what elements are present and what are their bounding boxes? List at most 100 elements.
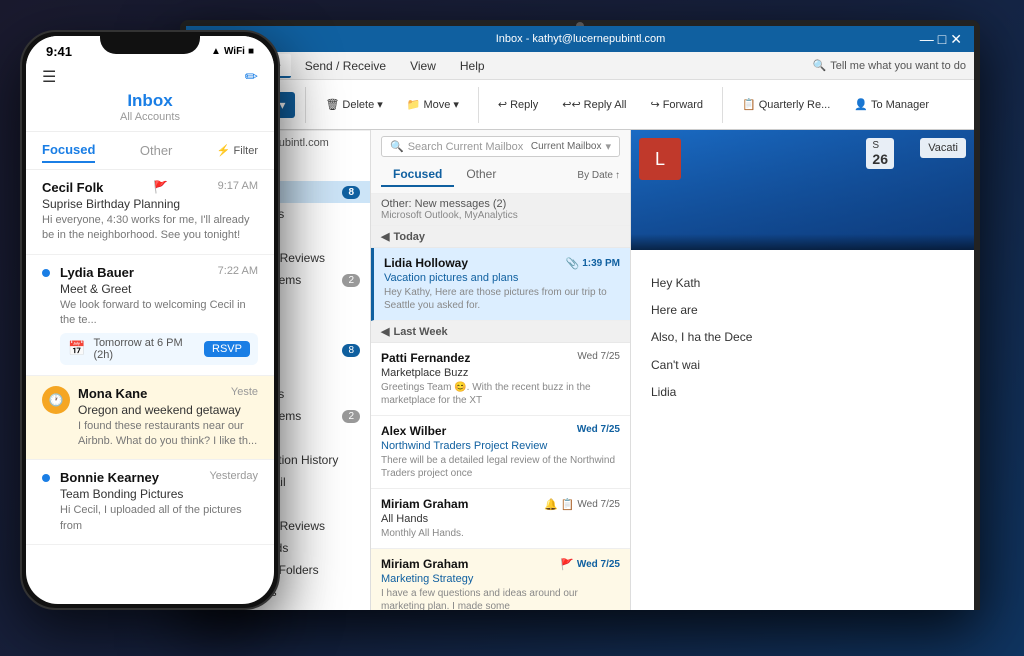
email-preview: There will be a detailed legal review of… [381,454,620,480]
phone-compose-icon[interactable]: ✏ [245,67,258,87]
reading-body: Hey Kath Here are Also, I ha the Dece Ca… [651,274,954,402]
phone-email-item[interactable]: Bonnie Kearney Yesterday Team Bonding Pi… [26,460,274,545]
email-preview: I have a few questions and ideas around … [381,587,620,610]
email-sender: Miriam Graham [381,497,468,511]
email-preview: Greetings Team 😊. With the recent buzz i… [381,381,620,407]
email-icons: 📎 1:39 PM [566,256,621,270]
today-triangle: ◀ [381,230,389,243]
email-subject: Marketplace Buzz [381,367,620,379]
title-bar-text: Inbox - kathyt@lucernepubintl.com [496,33,666,45]
phone-email-time: 7:22 AM [218,265,258,280]
menu-search: 🔍 Tell me what you want to do [813,59,966,72]
forward-button[interactable]: ↪ Forward [641,93,712,116]
phone-email-subject: Meet & Greet [60,282,258,296]
ribbon: ✉ New Email ▾ 🗑 Delete ▾ 📁 Move ▾ ↩ [186,80,974,130]
close-icon[interactable]: ✕ [950,31,962,48]
search-box[interactable]: 🔍 Search Current Mailbox Current Mailbox… [381,136,620,157]
tab-focused[interactable]: Focused [381,163,454,187]
new-email-dropdown[interactable]: ▾ [279,98,285,112]
ribbon-divider [305,87,306,123]
tab-other[interactable]: Other [454,163,508,187]
ribbon-divider-2 [478,87,479,123]
maximize-icon[interactable]: □ [938,31,946,48]
phone-filter[interactable]: ⚡ Filter [217,144,258,157]
reply-all-button[interactable]: ↩↩ Reply All [553,93,635,116]
other-banner[interactable]: Other: New messages (2) Microsoft Outloo… [371,194,630,226]
reading-para1: Hey Kath [651,274,954,293]
vacation-title-badge: Vacati [920,138,966,158]
phone-tab-other[interactable]: Other [140,139,173,162]
email-icons: 🔔 📋 Wed 7/25 [544,497,620,511]
email-list-item[interactable]: Miriam Graham 🔔 📋 Wed 7/25 All Hands Mon… [371,489,630,549]
reading-avatar-large: L [639,138,681,180]
phone-email-item[interactable]: Cecil Folk 🚩 9:17 AM Suprise Birthday Pl… [26,170,274,255]
mailbox-dropdown[interactable]: ▾ [605,140,611,153]
forward-icon: ↪ [650,98,659,111]
attachment2-icon: 📋 [561,498,575,511]
quarterly-button[interactable]: 📋 Quarterly Re... [733,93,839,116]
phone-email-sender: Lydia Bauer [60,265,134,280]
deleted-sub-badge: 2 [342,410,360,423]
focused-other-tabs: Focused Other By Date ↑ [381,163,620,187]
email-subject: Vacation pictures and plans [384,272,620,284]
email-subject: All Hands [381,513,620,525]
email-list-item[interactable]: Alex Wilber Wed 7/25 Northwind Traders P… [371,416,630,489]
minimize-icon[interactable]: — [920,31,934,48]
email-list-item[interactable]: Miriam Graham 🚩 Wed 7/25 Marketing Strat… [371,549,630,610]
phone-inbox-title: Inbox [42,91,258,111]
inbox-sub-badge: 8 [342,344,360,357]
menu-view[interactable]: View [400,55,446,77]
phone-email-item[interactable]: 🕐 Mona Kane Yeste Oregon and weekend get… [26,376,274,461]
flag2-icon: 🚩 [560,558,574,571]
reply-all-icon: ↩↩ [562,98,580,111]
reading-pane: Vacati L S 26 Hey Kath Here are Also, I … [631,130,974,610]
window-controls[interactable]: — □ ✕ [920,31,962,48]
phone-email-item[interactable]: Lydia Bauer 7:22 AM Meet & Greet We look… [26,255,274,376]
move-button[interactable]: 📁 Move ▾ [398,93,468,116]
email-time: 1:39 PM [582,258,620,269]
delete-dropdown[interactable]: ▾ [377,98,383,111]
reading-para2: Here are [651,301,954,320]
phone-email-preview: Hi everyone, 4:30 works for me, I'll alr… [42,213,258,244]
delete-button[interactable]: 🗑 Delete ▾ [316,93,391,116]
forward-label: Forward [663,99,703,111]
current-mailbox-label: Current Mailbox [531,141,602,152]
menu-help[interactable]: Help [450,55,495,77]
move-icon: 📁 [407,98,421,111]
search-tell-me[interactable]: Tell me what you want to do [830,60,966,72]
email-time: Wed 7/25 [577,351,620,365]
to-manager-button[interactable]: 👤 To Manager [845,93,938,116]
email-preview: Monthly All Hands. [381,527,620,540]
menu-send-receive[interactable]: Send / Receive [295,55,396,77]
email-icons: 🚩 Wed 7/25 [560,557,620,571]
phone-menu-icon[interactable]: ☰ [42,67,56,87]
date-group-lastweek: ◀ Last Week [371,321,630,343]
phone-inbox-subtitle: All Accounts [42,111,258,123]
phone-email-list: Cecil Folk 🚩 9:17 AM Suprise Birthday Pl… [26,170,274,545]
search-box-placeholder: Search Current Mailbox [408,141,524,153]
phone-email-preview: We look forward to welcoming Cecil in th… [60,298,258,329]
email-list-item[interactable]: Lidia Holloway 📎 1:39 PM Vacation pictur… [371,248,630,321]
email-list-item[interactable]: Patti Fernandez Wed 7/25 Marketplace Buz… [371,343,630,416]
phone-rsvp-button[interactable]: RSVP [204,341,250,357]
move-label: Move [423,99,450,111]
move-dropdown[interactable]: ▾ [453,98,459,111]
phone-tab-focused[interactable]: Focused [42,138,95,163]
reply-icon: ↩ [498,98,507,111]
phone-time: 9:41 [46,44,72,59]
phone-email-sender: Cecil Folk [42,180,103,195]
reply-button[interactable]: ↩ Reply [489,93,547,116]
menu-bar: File Home Send / Receive View Help 🔍 Tel… [186,52,974,80]
search-icon: 🔍 [813,59,827,72]
phone-rsvp-row: 📅 Tomorrow at 6 PM (2h) RSVP [60,333,258,365]
month-label: S [872,140,888,151]
email-list-pane: 🔍 Search Current Mailbox Current Mailbox… [371,130,631,610]
sort-label[interactable]: By Date ↑ [577,170,620,181]
email-time: Wed 7/25 [577,499,620,510]
lastweek-triangle: ◀ [381,325,389,338]
reading-content: Hey Kath Here are Also, I ha the Dece Ca… [631,258,974,426]
email-preview: Hey Kathy, Here are those pictures from … [384,286,620,312]
unread-dot [42,474,50,482]
quarterly-label: Quarterly Re... [759,99,831,111]
reading-para4: Can't wai [651,356,954,375]
